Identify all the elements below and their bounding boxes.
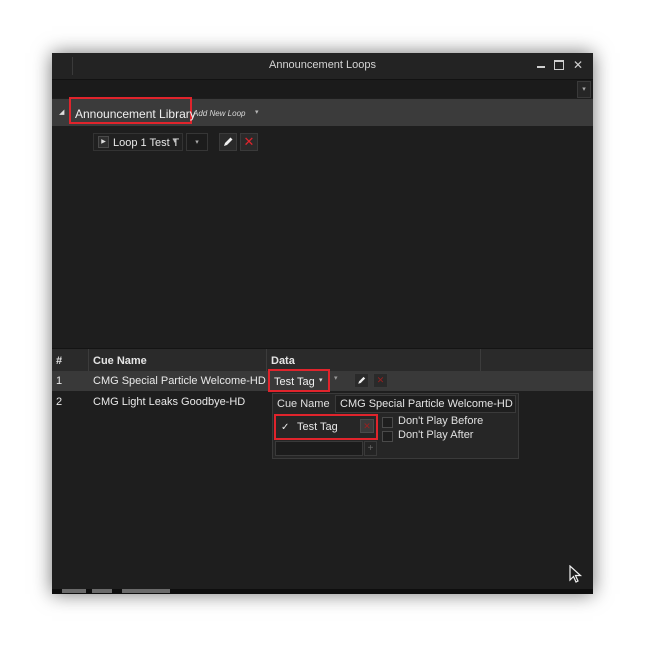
minimize-button[interactable] xyxy=(534,58,548,72)
taskbar-item[interactable] xyxy=(122,589,170,593)
title-bar[interactable]: Announcement Loops ✕ xyxy=(52,53,593,80)
taskbar-item[interactable] xyxy=(92,589,112,593)
popup-cue-name-label: Cue Name xyxy=(277,398,330,410)
column-separator[interactable] xyxy=(480,349,481,371)
close-button[interactable]: ✕ xyxy=(571,58,585,72)
dont-play-before-label: Don't Play Before xyxy=(398,415,484,427)
plus-icon: + xyxy=(367,443,374,454)
maximize-button[interactable] xyxy=(552,58,566,72)
row-tag-edit-button[interactable] xyxy=(354,373,369,388)
loop-1-button[interactable]: ▶ Loop 1 Test T ▾ xyxy=(93,133,183,151)
column-separator[interactable] xyxy=(266,349,267,371)
row-tag-delete-button[interactable]: ✕ xyxy=(373,373,388,388)
minimize-icon xyxy=(537,66,545,68)
announcement-library-label: Announcement Library xyxy=(75,107,196,121)
loop-chevron-icon: ▾ xyxy=(173,138,177,145)
dont-play-after-checkbox[interactable] xyxy=(382,431,393,442)
expand-triangle-icon[interactable]: ◢ xyxy=(59,108,64,116)
toolbar-row: ▾ xyxy=(52,80,593,98)
maximize-icon xyxy=(554,60,564,70)
column-header-data[interactable]: Data xyxy=(271,355,295,367)
check-icon[interactable]: ✓ xyxy=(281,422,289,433)
new-tag-input[interactable] xyxy=(275,441,363,456)
toolbar-dropdown-button[interactable]: ▾ xyxy=(577,81,591,98)
delete-x-icon: ✕ xyxy=(376,375,385,385)
cue-name-cell: CMG Special Particle Welcome-HD xyxy=(93,375,266,387)
close-icon: ✕ xyxy=(572,58,584,72)
column-header-cue-name[interactable]: Cue Name xyxy=(93,355,147,367)
row-number: 1 xyxy=(56,375,63,387)
column-header-number[interactable]: # xyxy=(56,355,62,367)
delete-loop-button[interactable]: ✕ xyxy=(240,133,258,151)
dont-play-before-checkbox[interactable] xyxy=(382,417,393,428)
announcement-loops-window: Announcement Loops ✕ ▾ ◢ Announcement Li… xyxy=(52,53,593,594)
chevron-down-icon: ▾ xyxy=(195,139,199,146)
edit-loop-button[interactable] xyxy=(219,133,237,151)
taskbar-item[interactable] xyxy=(62,589,86,593)
row-tag-chevron-icon[interactable]: ▾ xyxy=(319,376,323,384)
delete-x-icon: ✕ xyxy=(363,421,371,431)
delete-x-icon: ✕ xyxy=(243,134,255,149)
taskbar-strip xyxy=(52,589,593,594)
dont-play-after-label: Don't Play After xyxy=(398,429,474,441)
row-tag-button[interactable]: Test Tag xyxy=(274,376,315,388)
row-number: 2 xyxy=(56,396,63,408)
pencil-icon xyxy=(358,376,366,384)
tag-item-delete-button[interactable]: ✕ xyxy=(360,419,374,433)
column-separator[interactable] xyxy=(88,349,89,371)
announcement-library-row: ◢ Announcement Library Add New Loop ▾ xyxy=(52,97,593,126)
add-tag-button[interactable]: + xyxy=(364,441,377,456)
window-title: Announcement Loops xyxy=(268,59,377,71)
add-loop-chevron-icon[interactable]: ▾ xyxy=(255,108,259,116)
add-new-loop-button[interactable]: Add New Loop xyxy=(193,109,245,118)
popup-cue-name-field[interactable]: CMG Special Particle Welcome-HD xyxy=(335,395,516,413)
pencil-icon xyxy=(224,137,233,146)
mouse-cursor-icon xyxy=(569,565,583,583)
loop-dropdown-button[interactable]: ▾ xyxy=(186,133,208,151)
cue-name-cell: CMG Light Leaks Goodbye-HD xyxy=(93,396,246,408)
loop-1-label: Loop 1 Test T xyxy=(113,137,180,149)
tag-item-label: Test Tag xyxy=(297,421,338,433)
chevron-down-icon: ▾ xyxy=(582,86,586,93)
play-icon[interactable]: ▶ xyxy=(98,136,109,148)
row-tag-dropdown-icon[interactable]: ▾ xyxy=(334,374,338,382)
